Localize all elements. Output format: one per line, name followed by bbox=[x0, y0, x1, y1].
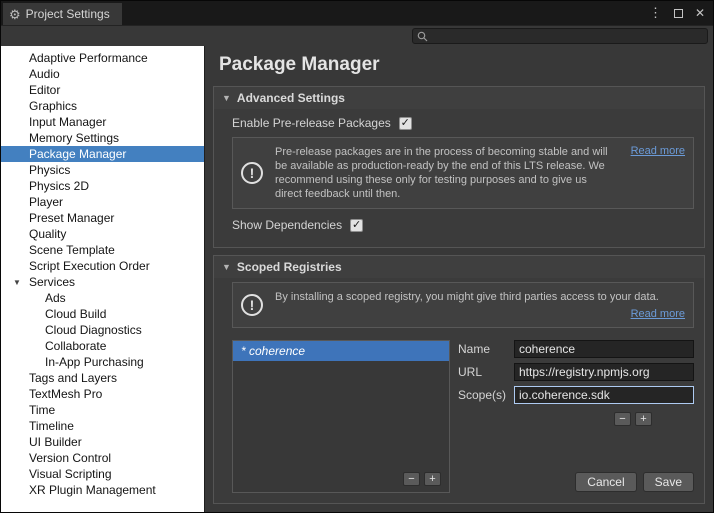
sidebar-item-ui-builder[interactable]: UI Builder bbox=[1, 434, 204, 450]
name-label: Name bbox=[458, 342, 514, 356]
toolbar bbox=[1, 25, 713, 46]
sidebar-item-quality[interactable]: Quality bbox=[1, 226, 204, 242]
sidebar-item-collaborate[interactable]: Collaborate bbox=[1, 338, 204, 354]
name-row: Name bbox=[458, 340, 694, 358]
dependencies-label: Show Dependencies bbox=[232, 218, 342, 232]
tab-project-settings[interactable]: ⚙ Project Settings bbox=[3, 3, 122, 25]
registry-form: Name URL Scope(s) bbox=[458, 340, 694, 493]
package-manager-panel: Package Manager ▼ Advanced Settings Enab… bbox=[205, 46, 713, 512]
sidebar-item-preset-manager[interactable]: Preset Manager bbox=[1, 210, 204, 226]
add-scope-button[interactable]: + bbox=[635, 412, 652, 426]
close-icon[interactable]: ✕ bbox=[695, 6, 705, 20]
url-row: URL bbox=[458, 363, 694, 381]
scoped-info-col: By installing a scoped registry, you mig… bbox=[275, 290, 685, 320]
info-icon: ! bbox=[241, 294, 263, 316]
read-more-link[interactable]: Read more bbox=[631, 145, 685, 157]
kebab-menu-icon[interactable]: ⋮ bbox=[649, 5, 662, 21]
scoped-registries-section: ▼ Scoped Registries ! By installing a sc… bbox=[213, 255, 705, 504]
settings-sidebar: Adaptive Performance Audio Editor Graphi… bbox=[1, 46, 205, 512]
maximize-icon[interactable] bbox=[674, 9, 683, 18]
sidebar-item-physics[interactable]: Physics bbox=[1, 162, 204, 178]
sidebar-item-memory-settings[interactable]: Memory Settings bbox=[1, 130, 204, 146]
sidebar-item-physics-2d[interactable]: Physics 2D bbox=[1, 178, 204, 194]
sidebar-item-services[interactable]: ▼Services bbox=[1, 274, 204, 290]
info-icon: ! bbox=[241, 162, 263, 184]
prerelease-info-text: Pre-release packages are in the process … bbox=[275, 145, 617, 201]
foldout-icon[interactable]: ▼ bbox=[222, 262, 231, 272]
scopes-row: Scope(s) bbox=[458, 386, 694, 404]
registry-list: * coherence − + bbox=[232, 340, 450, 493]
sidebar-item-textmesh-pro[interactable]: TextMesh Pro bbox=[1, 386, 204, 402]
sidebar-item-label: Services bbox=[29, 275, 75, 289]
scoped-info-box: ! By installing a scoped registry, you m… bbox=[232, 282, 694, 328]
advanced-settings-body: Enable Pre-release Packages ✓ ! Pre-rele… bbox=[214, 109, 704, 247]
prerelease-checkbox[interactable]: ✓ bbox=[399, 117, 412, 130]
sidebar-item-script-execution-order[interactable]: Script Execution Order bbox=[1, 258, 204, 274]
section-header-label: Scoped Registries bbox=[237, 260, 342, 274]
remove-scope-button[interactable]: − bbox=[614, 412, 631, 426]
sidebar-item-version-control[interactable]: Version Control bbox=[1, 450, 204, 466]
scoped-registries-header[interactable]: ▼ Scoped Registries bbox=[214, 256, 704, 278]
scope-buttons: − + bbox=[458, 412, 652, 426]
registry-list-item-coherence[interactable]: * coherence bbox=[233, 341, 449, 361]
url-label: URL bbox=[458, 365, 514, 379]
sidebar-item-visual-scripting[interactable]: Visual Scripting bbox=[1, 466, 204, 482]
content-area: Adaptive Performance Audio Editor Graphi… bbox=[1, 46, 713, 512]
sidebar-item-adaptive-performance[interactable]: Adaptive Performance bbox=[1, 50, 204, 66]
sidebar-item-cloud-build[interactable]: Cloud Build bbox=[1, 306, 204, 322]
scopes-label: Scope(s) bbox=[458, 388, 514, 402]
foldout-arrow-icon[interactable]: ▼ bbox=[13, 275, 29, 291]
gear-icon: ⚙ bbox=[9, 8, 21, 21]
advanced-settings-header[interactable]: ▼ Advanced Settings bbox=[214, 87, 704, 109]
remove-registry-button[interactable]: − bbox=[403, 472, 420, 486]
sidebar-item-tags-and-layers[interactable]: Tags and Layers bbox=[1, 370, 204, 386]
registry-area: * coherence − + Name bbox=[232, 340, 694, 493]
foldout-icon[interactable]: ▼ bbox=[222, 93, 231, 103]
section-header-label: Advanced Settings bbox=[237, 91, 345, 105]
dependencies-row: Show Dependencies ✓ bbox=[232, 213, 694, 237]
sidebar-item-xr-plugin-management[interactable]: XR Plugin Management bbox=[1, 482, 204, 498]
add-registry-button[interactable]: + bbox=[424, 472, 441, 486]
save-button[interactable]: Save bbox=[643, 472, 694, 492]
registry-list-buttons: − + bbox=[233, 468, 449, 492]
sidebar-item-editor[interactable]: Editor bbox=[1, 82, 204, 98]
prerelease-info-box: ! Pre-release packages are in the proces… bbox=[232, 137, 694, 209]
dependencies-checkbox[interactable]: ✓ bbox=[350, 219, 363, 232]
sidebar-item-cloud-diagnostics[interactable]: Cloud Diagnostics bbox=[1, 322, 204, 338]
sidebar-item-ads[interactable]: Ads bbox=[1, 290, 204, 306]
page-title: Package Manager bbox=[219, 54, 705, 76]
window-controls: ⋮ ✕ bbox=[649, 1, 705, 25]
cancel-button[interactable]: Cancel bbox=[575, 472, 636, 492]
url-input[interactable] bbox=[514, 363, 694, 381]
sidebar-item-input-manager[interactable]: Input Manager bbox=[1, 114, 204, 130]
advanced-settings-section: ▼ Advanced Settings Enable Pre-release P… bbox=[213, 86, 705, 248]
tab-title: Project Settings bbox=[26, 7, 110, 21]
search-box[interactable] bbox=[412, 28, 708, 44]
sidebar-item-package-manager[interactable]: Package Manager bbox=[1, 146, 204, 162]
search-input[interactable] bbox=[432, 29, 703, 43]
sidebar-item-time[interactable]: Time bbox=[1, 402, 204, 418]
sidebar-item-audio[interactable]: Audio bbox=[1, 66, 204, 82]
project-settings-window: ⚙ Project Settings ⋮ ✕ Adaptive Performa… bbox=[0, 0, 714, 513]
titlebar: ⚙ Project Settings ⋮ ✕ bbox=[1, 1, 713, 25]
read-more-link[interactable]: Read more bbox=[631, 308, 685, 320]
prerelease-label: Enable Pre-release Packages bbox=[232, 116, 391, 130]
registry-form-footer: Cancel Save bbox=[458, 472, 694, 493]
scoped-info-text: By installing a scoped registry, you mig… bbox=[275, 290, 685, 304]
search-icon bbox=[417, 31, 428, 42]
sidebar-item-in-app-purchasing[interactable]: In-App Purchasing bbox=[1, 354, 204, 370]
prerelease-row: Enable Pre-release Packages ✓ bbox=[232, 111, 694, 135]
sidebar-item-graphics[interactable]: Graphics bbox=[1, 98, 204, 114]
sidebar-item-scene-template[interactable]: Scene Template bbox=[1, 242, 204, 258]
sidebar-item-timeline[interactable]: Timeline bbox=[1, 418, 204, 434]
scopes-input[interactable] bbox=[514, 386, 694, 404]
sidebar-item-player[interactable]: Player bbox=[1, 194, 204, 210]
name-input[interactable] bbox=[514, 340, 694, 358]
scoped-registries-body: ! By installing a scoped registry, you m… bbox=[214, 278, 704, 503]
